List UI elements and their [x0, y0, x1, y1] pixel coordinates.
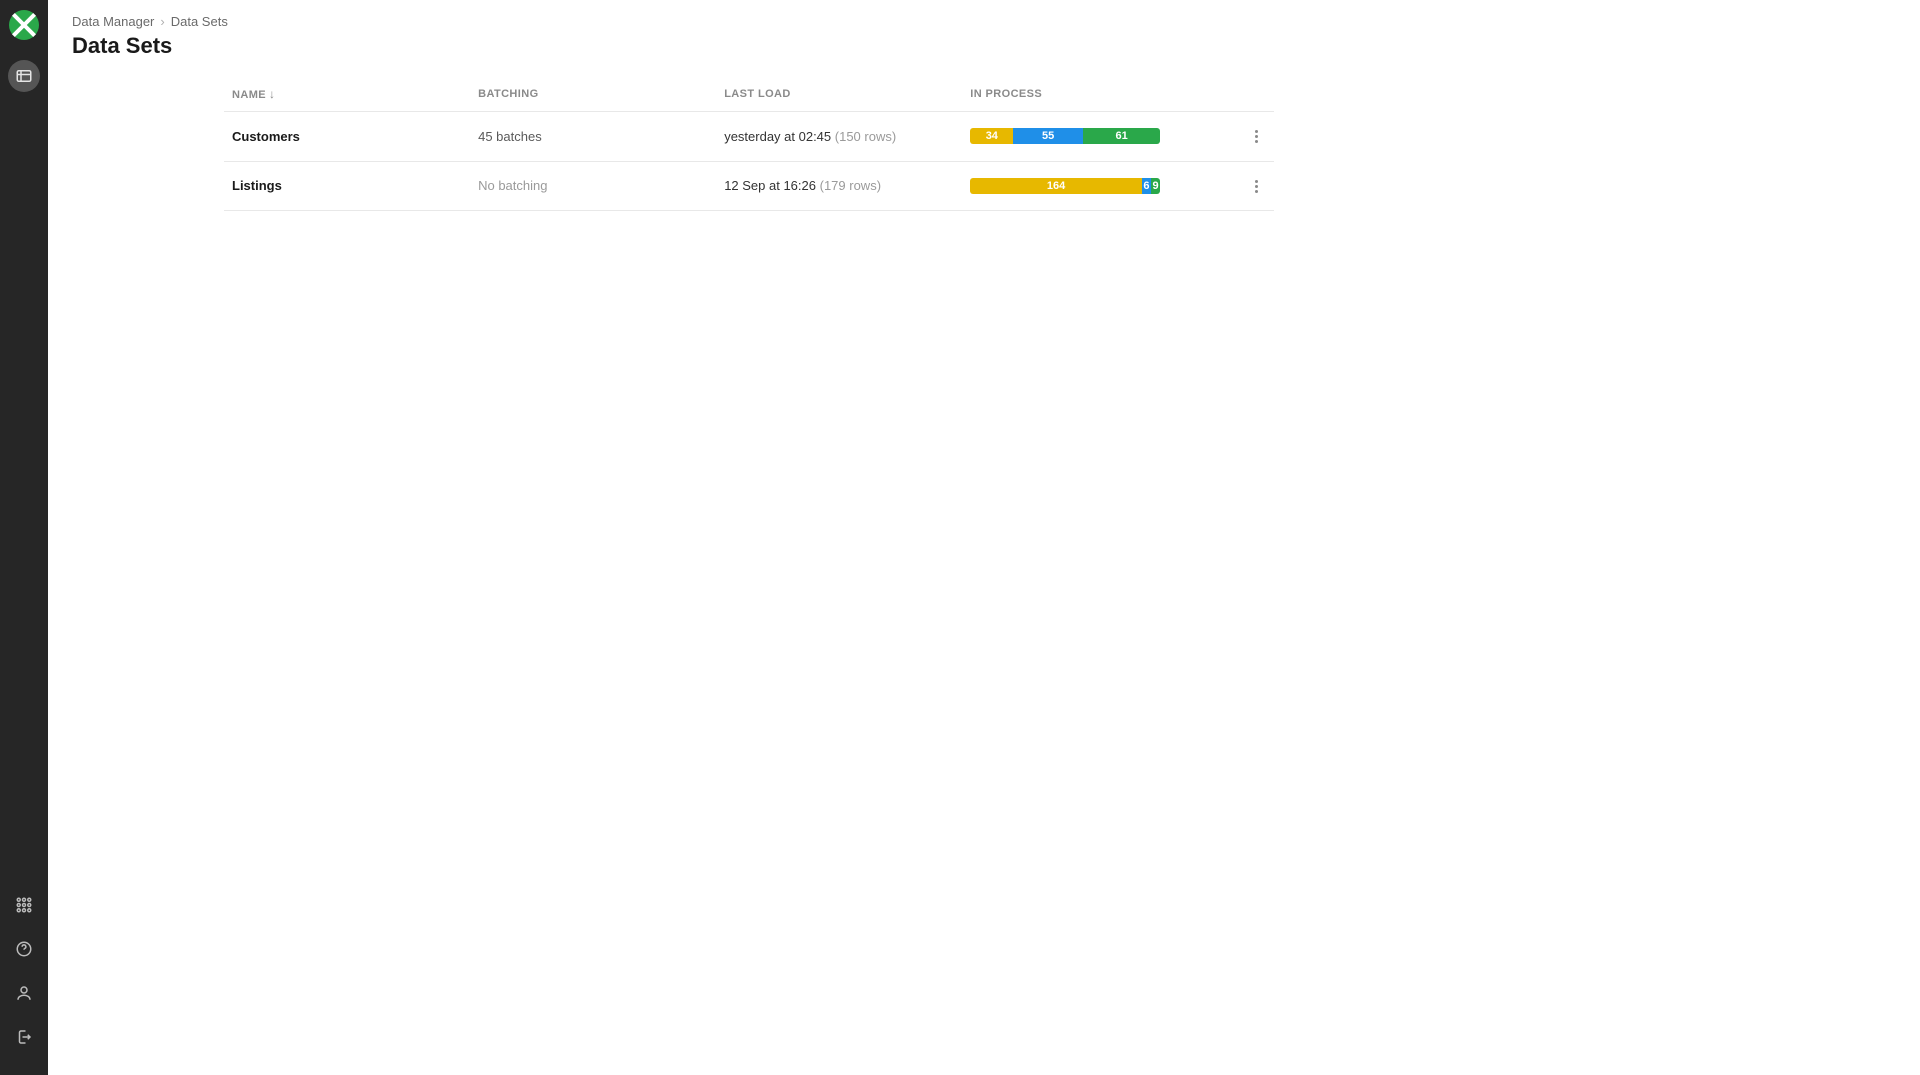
table-row: ListingsNo batching12 Sep at 16:26 (179 … — [224, 161, 1274, 211]
col-header-name-label: NAME — [232, 89, 266, 101]
chevron-right-icon: › — [160, 14, 164, 29]
main-content: Data Manager › Data Sets Data Sets NAME↓… — [48, 0, 1920, 1075]
help-icon — [15, 940, 33, 958]
progress-segment-yellow: 164 — [970, 178, 1142, 194]
dataset-inprocess: 345561 — [962, 112, 1232, 162]
nav-apps[interactable] — [8, 889, 40, 921]
app-logo[interactable] — [9, 10, 39, 40]
dataset-lastload: yesterday at 02:45 (150 rows) — [716, 112, 962, 162]
progress-segment-yellow: 34 — [970, 128, 1013, 144]
kebab-icon — [1255, 135, 1258, 138]
nav-account[interactable] — [8, 977, 40, 1009]
kebab-icon — [1255, 185, 1258, 188]
sidebar — [0, 0, 48, 1075]
datasets-table: NAME↓ BATCHING LAST LOAD IN PROCESS Cust… — [224, 77, 1274, 211]
progress-bar: 16469 — [970, 178, 1160, 194]
sort-down-icon: ↓ — [269, 87, 275, 101]
progress-segment-green: 61 — [1083, 128, 1160, 144]
dataset-name[interactable]: Customers — [224, 112, 470, 162]
breadcrumb-root[interactable]: Data Manager — [72, 14, 154, 29]
nav-data-sets[interactable] — [8, 60, 40, 92]
col-header-inprocess[interactable]: IN PROCESS — [962, 77, 1232, 112]
dataset-rowcount: (179 rows) — [820, 178, 881, 193]
dataset-lastload: 12 Sep at 16:26 (179 rows) — [716, 161, 962, 211]
progress-bar: 345561 — [970, 128, 1160, 144]
user-icon — [15, 984, 33, 1002]
sidebar-bottom — [8, 889, 40, 1065]
col-header-name[interactable]: NAME↓ — [224, 77, 470, 112]
progress-segment-blue: 6 — [1142, 178, 1151, 194]
breadcrumb: Data Manager › Data Sets — [72, 14, 1896, 29]
dataset-batching: 45 batches — [470, 112, 716, 162]
dataset-batching: No batching — [470, 161, 716, 211]
table-icon — [15, 67, 33, 85]
col-header-batching[interactable]: BATCHING — [470, 77, 716, 112]
grid-icon — [15, 896, 33, 914]
breadcrumb-current: Data Sets — [171, 14, 228, 29]
progress-segment-blue: 55 — [1013, 128, 1083, 144]
dataset-inprocess: 16469 — [962, 161, 1232, 211]
row-actions-menu[interactable] — [1246, 127, 1266, 147]
logout-icon — [15, 1028, 33, 1046]
col-header-lastload[interactable]: LAST LOAD — [716, 77, 962, 112]
nav-help[interactable] — [8, 933, 40, 965]
progress-segment-green: 9 — [1151, 178, 1160, 194]
table-row: Customers45 batchesyesterday at 02:45 (1… — [224, 112, 1274, 162]
dataset-name[interactable]: Listings — [224, 161, 470, 211]
dataset-rowcount: (150 rows) — [835, 129, 896, 144]
page-title: Data Sets — [72, 33, 1896, 59]
nav-logout[interactable] — [8, 1021, 40, 1053]
row-actions-menu[interactable] — [1246, 176, 1266, 196]
